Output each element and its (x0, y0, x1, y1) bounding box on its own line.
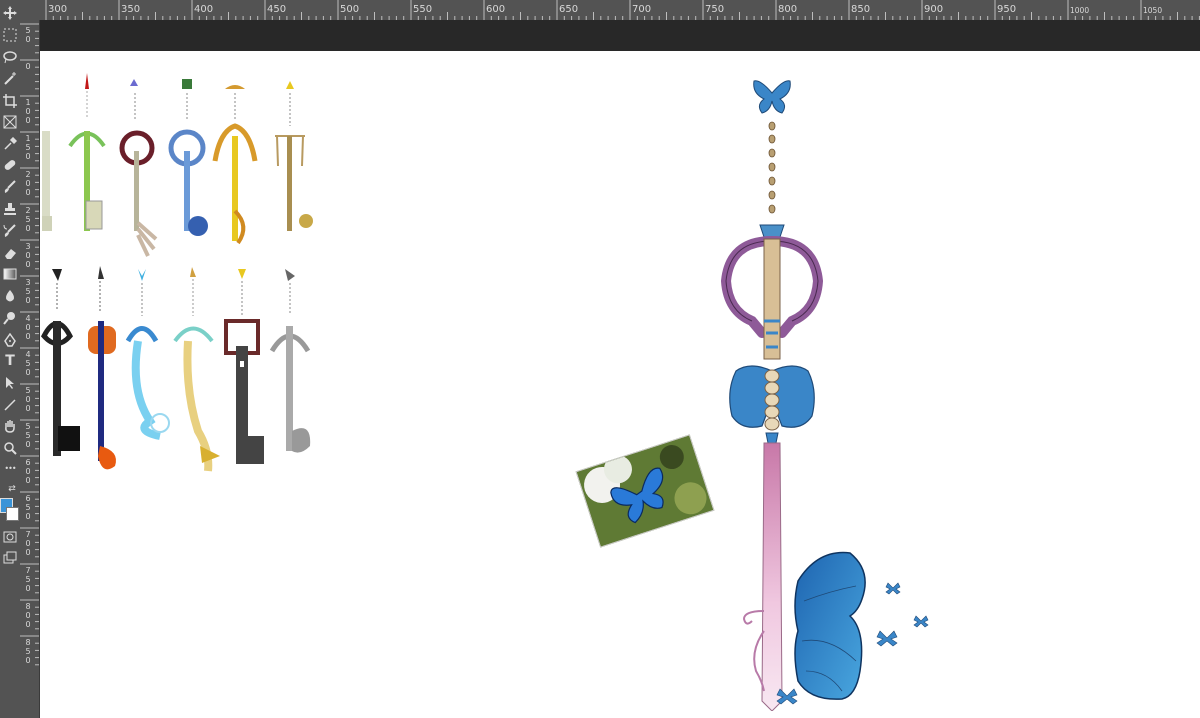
ruler-label: 350 (121, 4, 141, 15)
keyblade-teeth-butterfly (794, 551, 866, 700)
ruler-label: 500 (340, 4, 360, 15)
reference-keyblade-10 (173, 267, 220, 472)
ruler-label: 300 (48, 4, 68, 15)
crop-tool-icon[interactable] (1, 92, 19, 110)
ruler-label: 2 5 0 (25, 206, 31, 233)
ruler-label: 5 0 (25, 26, 31, 44)
ruler-label: 600 (486, 4, 506, 15)
reference-keyblade-6 (275, 81, 313, 231)
ruler-label: 0 (25, 62, 31, 71)
horizontal-ruler: 300 350 400 450 500 550 600 650 700 750 800 850 900 9… (20, 0, 1200, 21)
ruler-label: 400 (194, 4, 214, 15)
background-color-swatch[interactable] (6, 507, 19, 521)
ruler-label: 2 0 0 (25, 170, 31, 197)
path-selection-tool-icon[interactable] (1, 374, 19, 392)
ruler-label: 1050 (1143, 6, 1163, 15)
ruler-label: 650 (559, 4, 579, 15)
blur-tool-icon[interactable] (1, 287, 19, 305)
lasso-tool-icon[interactable] (1, 48, 19, 66)
keyblade-handle (763, 238, 781, 360)
reference-keyblade-11 (224, 269, 264, 464)
more-tools-icon[interactable]: ••• (1, 460, 19, 478)
tools-panel: T ••• ⇄ (0, 0, 21, 718)
ruler-label: 6 5 0 (25, 494, 31, 521)
ruler-label: 1 0 0 (25, 98, 31, 125)
hand-tool-icon[interactable] (1, 417, 19, 435)
reference-keyblade-1 (42, 131, 52, 231)
ruler-label: 750 (705, 4, 725, 15)
ruler-label: 800 (778, 4, 798, 15)
line-tool-icon[interactable] (1, 396, 19, 414)
small-butterfly-3 (876, 630, 898, 647)
small-butterfly-2 (913, 615, 929, 628)
document-tab-area (20, 20, 1200, 51)
keyblade-blade (761, 442, 783, 711)
eraser-tool-icon[interactable] (1, 244, 19, 262)
keyblade-braid (764, 369, 780, 431)
ruler-label: 700 (632, 4, 652, 15)
ruler-label: 900 (924, 4, 944, 15)
reference-keyblade-9 (125, 269, 170, 440)
ruler-label: 3 5 0 (25, 278, 31, 305)
keyblade-reference-image (40, 73, 313, 472)
eyedropper-tool-icon[interactable] (1, 135, 19, 153)
keyblade-pommel (759, 224, 785, 238)
move-tool-icon[interactable] (1, 4, 19, 22)
reference-keyblade-5 (212, 85, 258, 245)
ruler-label: 7 5 0 (25, 566, 31, 593)
document-canvas[interactable] (40, 51, 1200, 718)
dodge-tool-icon[interactable] (1, 309, 19, 327)
ruler-label: 450 (267, 4, 287, 15)
ruler-label: 5 0 0 (25, 386, 31, 413)
vertical-ruler: 5 0 0 1 0 0 1 5 0 2 0 0 2 5 0 3 0 0 3 5 0 4 0 0 4… (20, 20, 40, 718)
brush-tool-icon[interactable] (1, 178, 19, 196)
ruler-label: 1000 (1070, 6, 1090, 15)
ruler-label: 8 5 0 (25, 638, 31, 665)
quick-mask-icon[interactable] (1, 528, 19, 546)
healing-brush-tool-icon[interactable] (1, 156, 19, 174)
ruler-label: 3 0 0 (25, 242, 31, 269)
small-butterfly-1 (885, 582, 901, 595)
zoom-tool-icon[interactable] (1, 439, 19, 457)
reference-keyblade-4 (168, 79, 208, 236)
ruler-label: 550 (413, 4, 433, 15)
screen-mode-icon[interactable] (1, 549, 19, 567)
ruler-label: 1 5 0 (25, 134, 31, 161)
ruler-label: 950 (997, 4, 1017, 15)
magic-wand-tool-icon[interactable] (1, 70, 19, 88)
history-brush-tool-icon[interactable] (1, 222, 19, 240)
butterfly-keyblade-drawing (720, 80, 929, 711)
ruler-label: 8 0 0 (25, 602, 31, 629)
pen-tool-icon[interactable] (1, 331, 19, 349)
ruler-label: 850 (851, 4, 871, 15)
reference-keyblade-2 (68, 73, 106, 231)
gradient-tool-icon[interactable] (1, 265, 19, 283)
ruler-label: 5 5 0 (25, 422, 31, 449)
ruler-label: 4 5 0 (25, 350, 31, 377)
ruler-label: 4 0 0 (25, 314, 31, 341)
frame-tool-icon[interactable] (1, 113, 19, 131)
marquee-tool-icon[interactable] (1, 26, 19, 44)
reference-keyblade-8 (88, 266, 116, 470)
keyblade-vine (742, 610, 765, 692)
clone-stamp-tool-icon[interactable] (1, 200, 19, 218)
type-tool-icon[interactable]: T (1, 352, 19, 370)
keychain-chain (768, 121, 776, 214)
ruler-label: 7 0 0 (25, 530, 31, 557)
keychain-butterfly (753, 80, 791, 114)
swap-colors-icon[interactable]: ⇄ (6, 480, 18, 498)
reference-keyblade-7 (40, 269, 80, 456)
reference-keyblade-12 (269, 269, 311, 453)
ruler-label: 6 0 0 (25, 458, 31, 485)
reference-keyblade-3 (119, 79, 158, 257)
